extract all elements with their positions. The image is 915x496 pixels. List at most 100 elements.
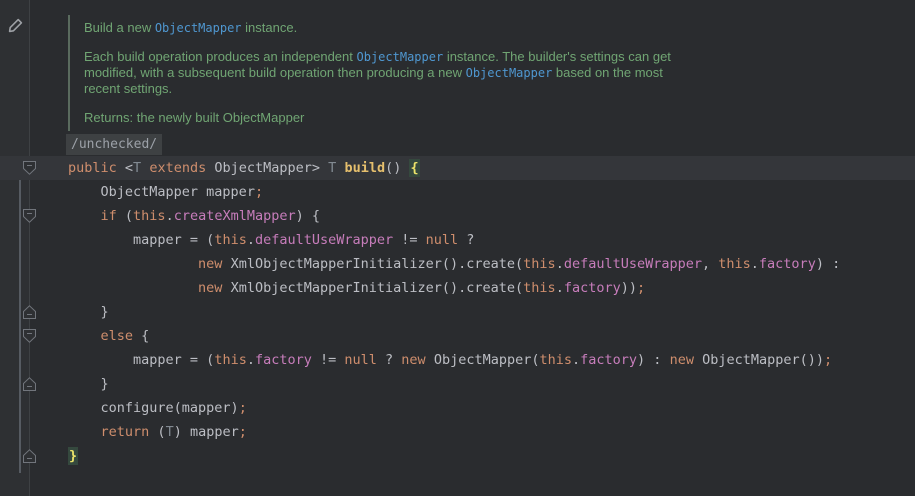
code-token: if	[101, 208, 117, 224]
fold-collapse-icon[interactable]	[23, 161, 36, 175]
fold-end-icon[interactable]	[23, 305, 36, 319]
code-token: defaultUseWrapper	[564, 256, 702, 272]
code-token: ObjectMapper(	[426, 352, 540, 368]
code-token: ) :	[637, 352, 670, 368]
code-token: mapper = (	[133, 232, 214, 248]
code-token: this	[523, 280, 556, 296]
code-token: ))	[621, 280, 637, 296]
fold-end-icon[interactable]	[23, 377, 36, 391]
code-token: ;	[637, 280, 645, 296]
code-token: XmlObjectMapperInitializer().create(	[222, 280, 523, 296]
doc-code-ref: ObjectMapper	[357, 50, 444, 64]
code-line[interactable]: return (T) mapper;	[0, 420, 915, 444]
indent	[68, 400, 101, 416]
code-token: .	[247, 232, 255, 248]
indent	[68, 280, 198, 296]
code-token: ?	[458, 232, 474, 248]
code-token: this	[718, 256, 751, 272]
indent	[68, 184, 101, 200]
code-token: .	[247, 352, 255, 368]
doc-line: recent settings.	[84, 81, 844, 97]
code-token: T	[166, 424, 174, 440]
code-token: new	[198, 280, 222, 296]
doc-paragraph: Build a new ObjectMapper instance.	[84, 20, 844, 36]
code-line[interactable]: }	[0, 300, 915, 324]
code-token: ;	[239, 400, 247, 416]
indent	[68, 304, 101, 320]
code-editor: Build a new ObjectMapper instance. Each b…	[0, 0, 915, 496]
code-token: .	[166, 208, 174, 224]
code-token: null	[344, 352, 377, 368]
code-token: ObjectMapper>	[206, 160, 328, 176]
fold-end-icon[interactable]	[23, 449, 36, 463]
code-token: configure(mapper)	[101, 400, 239, 416]
doc-paragraph: Returns: the newly built ObjectMapper	[84, 110, 844, 126]
code-token: ObjectMapper mapper	[101, 184, 255, 200]
code-line[interactable]: }	[0, 372, 915, 396]
code-token: ,	[702, 256, 718, 272]
code-token: .	[556, 280, 564, 296]
code-line[interactable]: ObjectMapper mapper;	[0, 180, 915, 204]
code-line[interactable]: if (this.createXmlMapper) {	[0, 204, 915, 228]
code-block: public <T extends ObjectMapper> T build(…	[0, 156, 915, 468]
matched-brace: {	[409, 159, 419, 177]
code-token: .	[572, 352, 580, 368]
doc-paragraph: Each build operation produces an indepen…	[84, 49, 844, 97]
doc-text: Build a new	[84, 20, 155, 35]
code-token: !=	[312, 352, 345, 368]
code-token: factory	[564, 280, 621, 296]
code-token: this	[539, 352, 572, 368]
code-line[interactable]: configure(mapper);	[0, 396, 915, 420]
code-line[interactable]: }	[0, 444, 915, 468]
code-token: ;	[824, 352, 832, 368]
code-line[interactable]: mapper = (this.factory != null ? new Obj…	[0, 348, 915, 372]
doc-text: Returns: the newly built ObjectMapper	[84, 110, 304, 125]
code-token: }	[101, 304, 109, 320]
doc-line: modified, with a subsequent build operat…	[84, 65, 844, 81]
code-token: null	[426, 232, 459, 248]
indent	[68, 328, 101, 344]
code-line[interactable]: mapper = (this.defaultUseWrapper != null…	[0, 228, 915, 252]
code-token: this	[214, 352, 247, 368]
code-line[interactable]: new XmlObjectMapperInitializer().create(…	[0, 252, 915, 276]
code-token: XmlObjectMapperInitializer().create(	[222, 256, 523, 272]
code-token: ()	[385, 160, 409, 176]
code-token: extends	[149, 160, 206, 176]
code-token: build	[344, 160, 385, 176]
rendered-doc-comment: Build a new ObjectMapper instance. Each b…	[68, 15, 844, 131]
doc-text: instance.	[242, 20, 298, 35]
code-line[interactable]: else {	[0, 324, 915, 348]
code-line-caret[interactable]: public <T extends ObjectMapper> T build(…	[0, 156, 915, 180]
code-token: this	[523, 256, 556, 272]
code-token: (	[149, 424, 165, 440]
code-token: ) {	[296, 208, 320, 224]
code-line[interactable]: new XmlObjectMapperInitializer().create(…	[0, 276, 915, 300]
code-token: (	[117, 208, 133, 224]
code-token: .	[556, 256, 564, 272]
code-token: return	[101, 424, 150, 440]
code-token: createXmlMapper	[174, 208, 296, 224]
fold-placeholder-unchecked[interactable]: /unchecked/	[66, 134, 162, 155]
code-token: factory	[580, 352, 637, 368]
code-token: factory	[255, 352, 312, 368]
doc-line: Build a new ObjectMapper instance.	[84, 20, 844, 36]
code-token: ) mapper	[174, 424, 239, 440]
fold-collapse-icon[interactable]	[23, 329, 36, 343]
code-token: else	[101, 328, 134, 344]
code-token: new	[670, 352, 694, 368]
code-token: factory	[759, 256, 816, 272]
fold-collapse-icon[interactable]	[23, 209, 36, 223]
doc-text: modified, with a subsequent build operat…	[84, 65, 466, 80]
doc-code-ref: ObjectMapper	[155, 21, 242, 35]
code-token: .	[751, 256, 759, 272]
code-token: T	[133, 160, 141, 176]
code-token: new	[198, 256, 222, 272]
doc-line: Returns: the newly built ObjectMapper	[84, 110, 844, 126]
code-token: this	[133, 208, 166, 224]
pencil-icon[interactable]	[6, 15, 26, 35]
indent	[68, 232, 133, 248]
code-token: public	[68, 160, 117, 176]
doc-line: Each build operation produces an indepen…	[84, 49, 844, 65]
matched-brace: }	[68, 447, 78, 465]
code-token: }	[101, 376, 109, 392]
